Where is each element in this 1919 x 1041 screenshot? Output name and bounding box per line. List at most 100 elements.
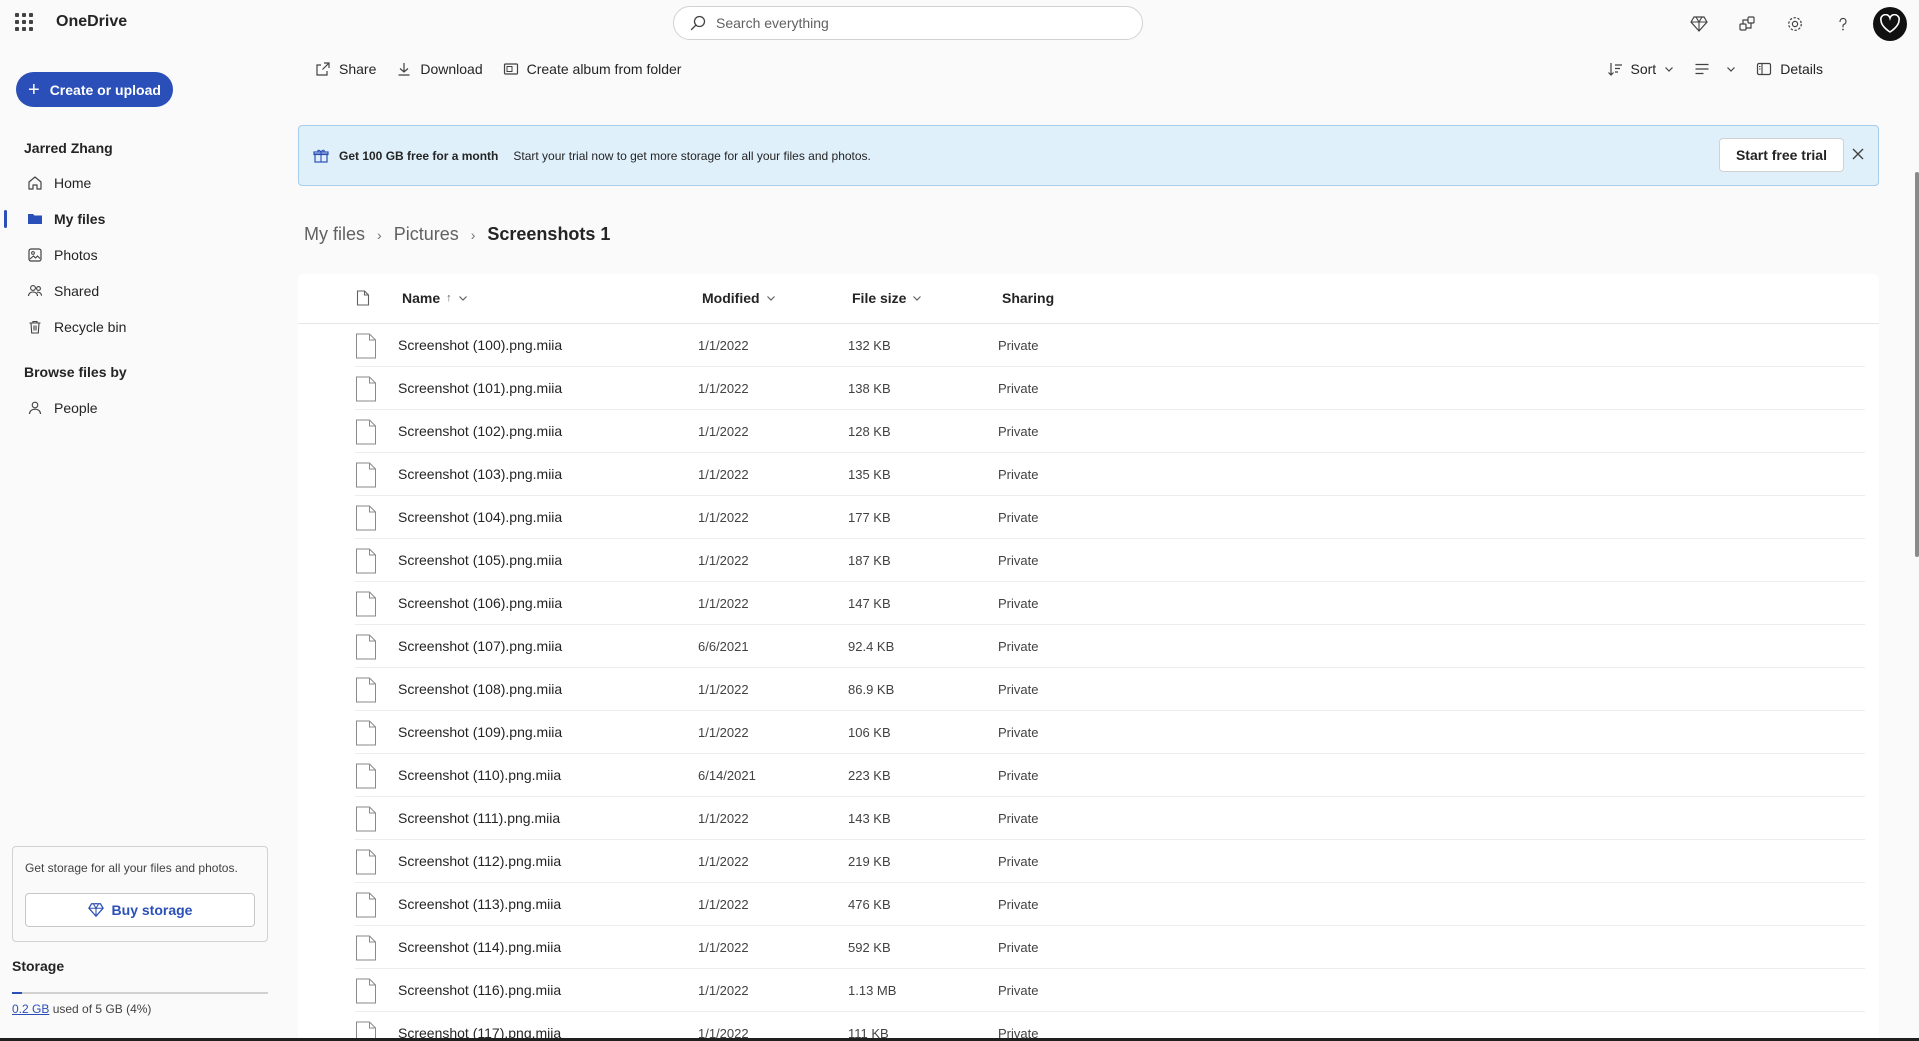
file-size: 177 KB	[848, 510, 891, 525]
sort-button[interactable]: Sort	[1597, 53, 1685, 85]
file-icon	[356, 634, 376, 660]
storage-usage: 0.2 GB used of 5 GB (4%)	[12, 1002, 151, 1016]
table-row[interactable]: Screenshot (116).png.miia 1/1/2022 1.13 MB…	[355, 969, 1865, 1012]
file-sharing: Private	[998, 983, 1039, 998]
folder-icon	[26, 211, 44, 227]
sidebar-item-home[interactable]: Home	[0, 165, 280, 201]
file-sharing: Private	[998, 897, 1039, 912]
file-name[interactable]: Screenshot (105).png.miia	[398, 552, 562, 568]
settings-gear-icon[interactable]	[1771, 0, 1819, 48]
details-button[interactable]: Details	[1746, 53, 1833, 85]
column-label: File size	[852, 290, 907, 306]
search-box[interactable]	[673, 6, 1143, 40]
share-icon	[316, 62, 330, 76]
file-name[interactable]: Screenshot (110).png.miia	[398, 767, 561, 783]
file-name[interactable]: Screenshot (104).png.miia	[398, 509, 562, 525]
file-name[interactable]: Screenshot (114).png.miia	[398, 939, 561, 955]
table-row[interactable]: Screenshot (112).png.miia 1/1/2022 219 KB P…	[355, 840, 1865, 883]
column-header-name[interactable]: Name ↑	[402, 290, 468, 306]
premium-diamond-icon[interactable]	[1675, 0, 1723, 48]
sidebar-item-label: Home	[54, 175, 92, 191]
column-header-modified[interactable]: Modified	[702, 290, 776, 306]
download-button[interactable]: Download	[386, 53, 492, 85]
storage-promo-card: Get storage for all your files and photo…	[12, 846, 268, 942]
file-name[interactable]: Screenshot (108).png.miia	[398, 681, 562, 697]
file-name[interactable]: Screenshot (101).png.miia	[398, 380, 562, 396]
table-row[interactable]: Screenshot (117).png.miia 1/1/2022 111 KB P…	[355, 1012, 1865, 1041]
file-name[interactable]: Screenshot (107).png.miia	[398, 638, 562, 654]
download-icon	[398, 63, 410, 76]
sidebar-item-shared[interactable]: Shared	[0, 273, 280, 309]
table-row[interactable]: Screenshot (114).png.miia 1/1/2022 592 KB P…	[355, 926, 1865, 969]
breadcrumb-my-files[interactable]: My files	[304, 224, 365, 245]
apps-icon[interactable]	[1723, 0, 1771, 48]
file-sharing: Private	[998, 553, 1039, 568]
table-row[interactable]: Screenshot (110).png.miia 6/14/2021 223 KB…	[355, 754, 1865, 797]
file-name[interactable]: Screenshot (112).png.miia	[398, 853, 561, 869]
file-name[interactable]: Screenshot (109).png.miia	[398, 724, 562, 740]
file-modified: 1/1/2022	[698, 725, 749, 740]
file-name[interactable]: Screenshot (103).png.miia	[398, 466, 562, 482]
file-sharing: Private	[998, 424, 1039, 439]
help-icon[interactable]	[1819, 0, 1867, 48]
file-name[interactable]: Screenshot (111).png.miia	[398, 810, 560, 826]
table-row[interactable]: Screenshot (109).png.miia 1/1/2022 106 KB P…	[355, 711, 1865, 754]
file-modified: 1/1/2022	[698, 811, 749, 826]
file-sharing: Private	[998, 381, 1039, 396]
avatar[interactable]	[1873, 7, 1907, 41]
sidebar-item-my-files[interactable]: My files	[0, 201, 280, 237]
app-name[interactable]: OneDrive	[56, 13, 127, 31]
create-or-upload-button[interactable]: + Create or upload	[16, 72, 173, 107]
app-launcher-icon[interactable]	[14, 12, 34, 32]
file-modified: 1/1/2022	[698, 897, 749, 912]
search-input[interactable]	[716, 15, 1096, 31]
file-name[interactable]: Screenshot (102).png.miia	[398, 423, 562, 439]
column-header-file-size[interactable]: File size	[852, 290, 922, 306]
file-modified: 6/14/2021	[698, 768, 756, 783]
file-icon	[356, 849, 376, 875]
vertical-scrollbar[interactable]	[1915, 172, 1919, 557]
table-row[interactable]: Screenshot (102).png.miia 1/1/2022 128 KB P…	[355, 410, 1865, 453]
sidebar-item-recycle-bin[interactable]: Recycle bin	[0, 309, 280, 345]
plus-icon: +	[28, 78, 40, 101]
table-row[interactable]: Screenshot (111).png.miia 1/1/2022 143 KB P…	[355, 797, 1865, 840]
photo-icon	[26, 247, 44, 263]
table-row[interactable]: Screenshot (108).png.miia 1/1/2022 86.9 KB…	[355, 668, 1865, 711]
buy-storage-button[interactable]: Buy storage	[25, 893, 255, 927]
table-row[interactable]: Screenshot (113).png.miia 1/1/2022 476 KB P…	[355, 883, 1865, 926]
column-label: Name	[402, 290, 441, 306]
table-row[interactable]: Screenshot (103).png.miia 1/1/2022 135 KB P…	[355, 453, 1865, 496]
file-modified: 1/1/2022	[698, 424, 749, 439]
storage-used-link[interactable]: 0.2 GB	[12, 1002, 49, 1016]
chevron-down-icon	[1665, 67, 1674, 72]
home-icon	[26, 175, 44, 191]
file-icon	[356, 419, 376, 445]
create-album-button[interactable]: Create album from folder	[493, 53, 692, 85]
storage-total-text: used of 5 GB (4%)	[52, 1002, 152, 1016]
view-options-button[interactable]	[1684, 53, 1746, 85]
file-name[interactable]: Screenshot (106).png.miia	[398, 595, 562, 611]
start-free-trial-button[interactable]: Start free trial	[1718, 138, 1844, 172]
sidebar-item-photos[interactable]: Photos	[0, 237, 280, 273]
table-row[interactable]: Screenshot (101).png.miia 1/1/2022 138 KB P…	[355, 367, 1865, 410]
sidebar-item-people[interactable]: People	[0, 390, 280, 426]
table-row[interactable]: Screenshot (107).png.miia 6/6/2021 92.4 KB…	[355, 625, 1865, 668]
file-name[interactable]: Screenshot (116).png.miia	[398, 982, 561, 998]
file-sharing: Private	[998, 596, 1039, 611]
file-sharing: Private	[998, 510, 1039, 525]
share-label: Share	[339, 61, 377, 77]
column-header-sharing[interactable]: Sharing	[1002, 290, 1054, 306]
sidebar-item-label: Photos	[54, 247, 98, 263]
file-name[interactable]: Screenshot (113).png.miia	[398, 896, 561, 912]
file-icon	[356, 333, 376, 359]
table-row[interactable]: Screenshot (106).png.miia 1/1/2022 147 KB P…	[355, 582, 1865, 625]
file-type-icon[interactable]	[356, 290, 370, 306]
file-modified: 1/1/2022	[698, 467, 749, 482]
table-row[interactable]: Screenshot (100).png.miia 1/1/2022 132 KB P…	[355, 324, 1865, 367]
breadcrumb-pictures[interactable]: Pictures	[394, 224, 459, 245]
close-icon[interactable]	[1846, 142, 1870, 166]
share-button[interactable]: Share	[305, 53, 386, 85]
table-row[interactable]: Screenshot (105).png.miia 1/1/2022 187 KB P…	[355, 539, 1865, 582]
table-row[interactable]: Screenshot (104).png.miia 1/1/2022 177 KB P…	[355, 496, 1865, 539]
file-name[interactable]: Screenshot (100).png.miia	[398, 337, 562, 353]
